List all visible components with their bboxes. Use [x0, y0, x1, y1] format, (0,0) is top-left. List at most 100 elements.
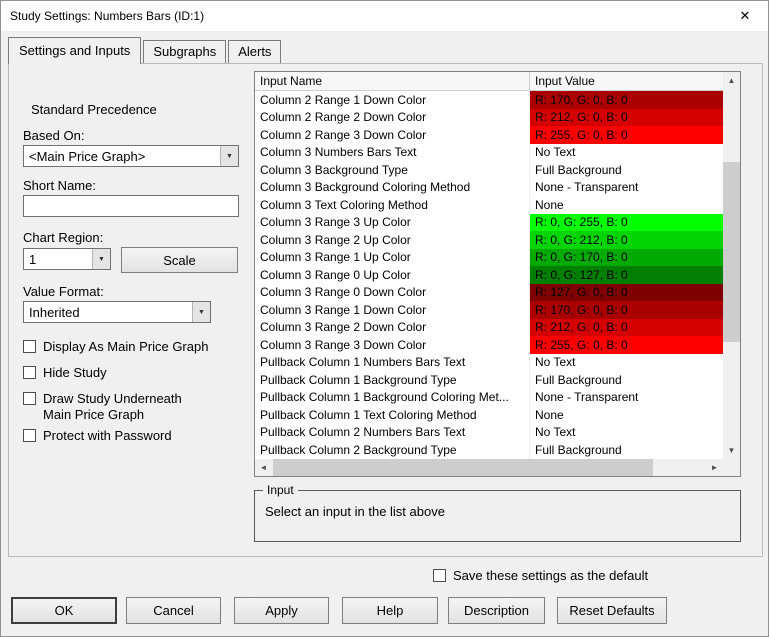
table-row[interactable]: Column 3 Text Coloring Method None: [255, 196, 723, 214]
checkbox-hide-study[interactable]: Hide Study: [23, 365, 243, 381]
tab-strip: Settings and Inputs Subgraphs Alerts: [8, 37, 283, 64]
input-value-cell: Full Background: [535, 442, 622, 457]
table-row[interactable]: Column 3 Range 0 Up Color R: 0, G: 127, B…: [255, 266, 723, 284]
table-row[interactable]: Column 3 Numbers Bars Text No Text: [255, 143, 723, 161]
checkbox-draw-study-underneath[interactable]: Draw Study Underneath Main Price Graph: [23, 391, 208, 423]
input-value-cell: R: 0, G: 212, B: 0: [530, 231, 723, 249]
input-name-cell: Column 3 Range 0 Up Color: [255, 266, 530, 284]
input-value-cell: R: 0, G: 127, B: 0: [530, 266, 723, 284]
scroll-left-icon[interactable]: ◄: [255, 459, 272, 476]
study-settings-dialog: { "window": { "title": "Study Settings: …: [0, 0, 769, 637]
tab-settings-and-inputs[interactable]: Settings and Inputs: [8, 37, 142, 64]
tab-subgraphs[interactable]: Subgraphs: [143, 40, 227, 63]
chevron-down-icon[interactable]: ▼: [92, 249, 110, 269]
input-name-cell: Column 3 Text Coloring Method: [255, 196, 530, 214]
table-row[interactable]: Column 2 Range 3 Down Color R: 255, G: 0,…: [255, 126, 723, 144]
horizontal-scrollbar[interactable]: ◄ ►: [255, 459, 723, 476]
help-button[interactable]: Help: [342, 597, 438, 624]
chart-region-select[interactable]: 1 ▼: [23, 248, 111, 270]
input-name-cell: Column 3 Background Type: [255, 161, 530, 179]
chevron-down-icon[interactable]: ▼: [220, 146, 238, 166]
short-name-label: Short Name:: [23, 178, 96, 193]
input-value-cell: R: 255, G: 0, B: 0: [530, 126, 723, 144]
scroll-down-icon[interactable]: ▼: [723, 442, 740, 459]
description-button[interactable]: Description: [448, 597, 545, 624]
table-row[interactable]: Column 3 Background Coloring Method None …: [255, 178, 723, 196]
input-value-cell: R: 170, G: 0, B: 0: [530, 301, 723, 319]
table-row[interactable]: Column 3 Range 0 Down Color R: 127, G: 0,…: [255, 283, 723, 301]
apply-button[interactable]: Apply: [234, 597, 329, 624]
short-name-input[interactable]: [23, 195, 239, 217]
window-title: Study Settings: Numbers Bars (ID:1): [10, 9, 205, 23]
table-row[interactable]: Pullback Column 1 Text Coloring Method No…: [255, 406, 723, 424]
vertical-scrollbar[interactable]: ▲ ▼: [723, 72, 740, 459]
table-row[interactable]: Column 3 Range 1 Up Color R: 0, G: 170, B…: [255, 248, 723, 266]
input-name-cell: Column 3 Range 1 Down Color: [255, 301, 530, 319]
input-name-cell: Column 2 Range 2 Down Color: [255, 108, 530, 126]
table-row[interactable]: Pullback Column 1 Background Coloring Me…: [255, 388, 723, 406]
table-row[interactable]: Pullback Column 2 Numbers Bars Text No Te…: [255, 423, 723, 441]
chevron-down-icon[interactable]: ▼: [192, 302, 210, 322]
checkbox-protect-with-password[interactable]: Protect with Password: [23, 428, 243, 444]
checkbox-label: Draw Study Underneath Main Price Graph: [43, 391, 182, 422]
input-value-cell: Full Background: [535, 372, 622, 387]
input-value-cell: R: 212, G: 0, B: 0: [530, 108, 723, 126]
vertical-scrollbar-thumb[interactable]: [723, 162, 740, 342]
input-value-cell: None - Transparent: [535, 180, 639, 195]
column-header-input-name[interactable]: Input Name: [255, 72, 530, 90]
checkbox-label: Save these settings as the default: [453, 568, 649, 583]
scroll-right-icon[interactable]: ►: [706, 459, 723, 476]
column-header-input-value[interactable]: Input Value: [530, 72, 723, 90]
table-row[interactable]: Column 3 Range 1 Down Color R: 170, G: 0,…: [255, 301, 723, 319]
input-group-message: Select an input in the list above: [265, 504, 445, 519]
input-group: Input Select an input in the list above: [254, 483, 741, 542]
checkbox-box: [23, 340, 36, 353]
close-icon[interactable]: ✕: [722, 1, 768, 31]
scroll-up-icon[interactable]: ▲: [723, 72, 740, 89]
inputs-table-body: Column 2 Range 1 Down Color R: 170, G: 0,…: [255, 91, 723, 459]
scale-button[interactable]: Scale: [121, 247, 238, 273]
reset-defaults-button[interactable]: Reset Defaults: [557, 597, 667, 624]
checkbox-box: [23, 429, 36, 442]
input-value-cell: No Text: [535, 355, 576, 370]
horizontal-scrollbar-thumb[interactable]: [273, 459, 653, 476]
based-on-select[interactable]: <Main Price Graph> ▼: [23, 145, 239, 167]
table-row[interactable]: Pullback Column 1 Background Type Full Ba…: [255, 371, 723, 389]
value-format-select[interactable]: Inherited ▼: [23, 301, 211, 323]
value-format-label: Value Format:: [23, 284, 104, 299]
checkbox-display-as-main-price-graph[interactable]: Display As Main Price Graph: [23, 339, 243, 355]
based-on-label: Based On:: [23, 128, 85, 143]
input-name-cell: Pullback Column 1 Background Type: [255, 371, 530, 389]
table-row[interactable]: Pullback Column 2 Background Type Full Ba…: [255, 441, 723, 459]
input-value-cell: R: 170, G: 0, B: 0: [530, 91, 723, 109]
input-name-cell: Pullback Column 1 Background Coloring Me…: [255, 388, 530, 406]
input-value-cell: None - Transparent: [535, 390, 639, 405]
table-row[interactable]: Column 3 Range 2 Down Color R: 212, G: 0,…: [255, 318, 723, 336]
chart-region-value: 1: [29, 251, 37, 267]
input-name-cell: Column 3 Range 2 Down Color: [255, 318, 530, 336]
table-row[interactable]: Pullback Column 1 Numbers Bars Text No Te…: [255, 353, 723, 371]
input-name-cell: Column 3 Numbers Bars Text: [255, 143, 530, 161]
cancel-button[interactable]: Cancel: [126, 597, 221, 624]
table-row[interactable]: Column 3 Range 3 Up Color R: 0, G: 255, B…: [255, 213, 723, 231]
tab-alerts[interactable]: Alerts: [228, 40, 282, 63]
checkbox-save-as-default[interactable]: Save these settings as the default: [433, 568, 713, 584]
input-name-cell: Column 3 Range 0 Down Color: [255, 283, 530, 301]
input-name-cell: Pullback Column 2 Numbers Bars Text: [255, 423, 530, 441]
input-name-cell: Column 3 Range 2 Up Color: [255, 231, 530, 249]
table-row[interactable]: Column 2 Range 1 Down Color R: 170, G: 0,…: [255, 91, 723, 109]
input-name-cell: Column 3 Range 1 Up Color: [255, 248, 530, 266]
table-row[interactable]: Column 3 Range 3 Down Color R: 255, G: 0,…: [255, 336, 723, 354]
precedence-label: Standard Precedence: [31, 102, 157, 117]
inputs-table-header: Input Name Input Value: [255, 72, 723, 91]
input-value-cell: None: [535, 197, 564, 212]
input-value-cell: R: 0, G: 170, B: 0: [530, 248, 723, 266]
input-value-cell: R: 0, G: 255, B: 0: [530, 213, 723, 231]
table-row[interactable]: Column 3 Background Type Full Background: [255, 161, 723, 179]
checkbox-label: Protect with Password: [43, 428, 172, 443]
table-row[interactable]: Column 3 Range 2 Up Color R: 0, G: 212, B…: [255, 231, 723, 249]
input-name-cell: Column 2 Range 3 Down Color: [255, 126, 530, 144]
checkbox-label: Display As Main Price Graph: [43, 339, 209, 354]
table-row[interactable]: Column 2 Range 2 Down Color R: 212, G: 0,…: [255, 108, 723, 126]
ok-button[interactable]: OK: [11, 597, 117, 624]
